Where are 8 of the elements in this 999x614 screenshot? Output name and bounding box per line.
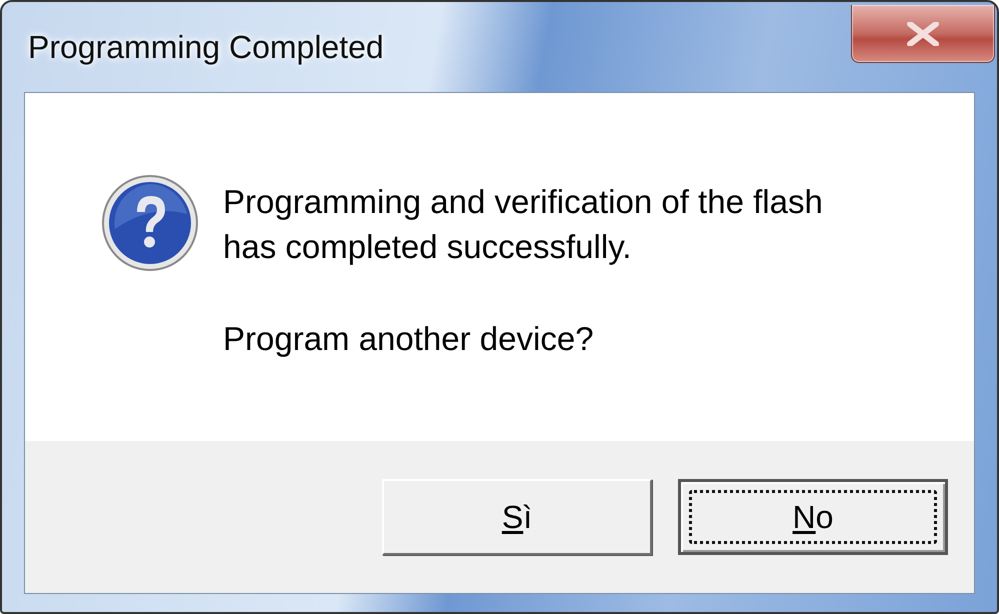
dialog-button[interactable]: Sì: [382, 479, 652, 555]
message-text: Programming and verification of the flash has completed successfully.: [223, 182, 824, 267]
dialog-button[interactable]: No: [678, 479, 948, 555]
close-icon: [906, 22, 940, 46]
question-icon: [101, 174, 199, 272]
close-button[interactable]: [851, 5, 995, 63]
question-text: Program another device?: [223, 319, 595, 359]
window-title: Programming Completed: [28, 28, 384, 66]
